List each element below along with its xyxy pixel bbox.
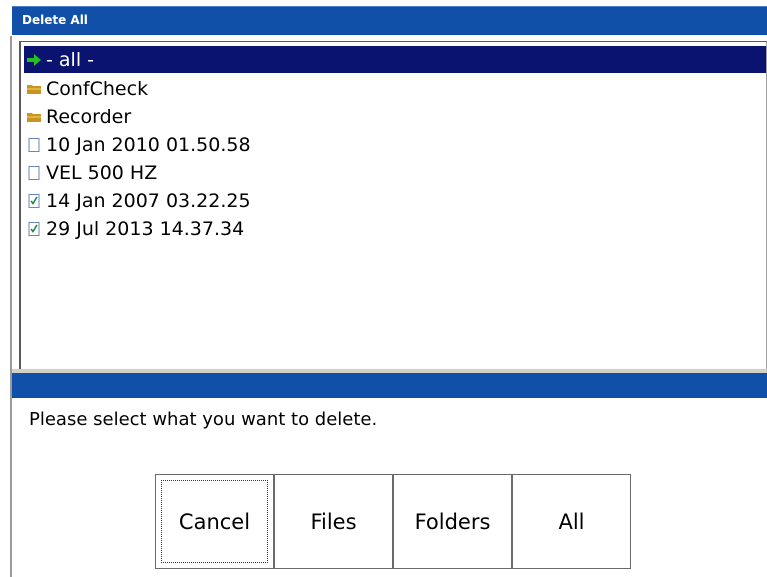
- prompt-text: Please select what you want to delete.: [29, 409, 378, 430]
- window-title: Delete All: [22, 13, 88, 27]
- window-left-border: [10, 36, 12, 577]
- list-item-file[interactable]: 14 Jan 2007 03.22.25: [24, 187, 251, 214]
- file-icon: [24, 163, 44, 183]
- folder-icon: [24, 79, 44, 99]
- cancel-button[interactable]: Cancel: [155, 474, 274, 569]
- folders-button-label: Folders: [414, 509, 491, 534]
- list-item-file[interactable]: VEL 500 HZ: [24, 159, 157, 186]
- all-button[interactable]: All: [512, 474, 631, 569]
- delete-all-dialog: Delete All - all - ConfCheck Recorder 10…: [0, 0, 767, 577]
- files-button[interactable]: Files: [274, 474, 393, 569]
- list-item-file[interactable]: 10 Jan 2010 01.50.58: [24, 131, 251, 158]
- file-icon: [24, 135, 44, 155]
- file-listbox[interactable]: - all - ConfCheck Recorder 10 Jan 2010 0…: [19, 41, 767, 369]
- list-item-confcheck[interactable]: ConfCheck: [24, 75, 148, 102]
- list-item-file[interactable]: 29 Jul 2013 14.37.34: [24, 215, 244, 242]
- list-item-recorder[interactable]: Recorder: [24, 103, 131, 130]
- checked-file-icon: [24, 219, 44, 239]
- list-item-label: ConfCheck: [46, 77, 149, 100]
- list-item-all[interactable]: - all -: [24, 46, 766, 73]
- status-bar: [12, 373, 767, 398]
- all-button-label: All: [558, 509, 585, 534]
- list-item-label: Recorder: [46, 105, 132, 128]
- files-button-label: Files: [310, 509, 357, 534]
- checked-file-icon: [24, 191, 44, 211]
- folder-icon: [24, 107, 44, 127]
- title-bar: Delete All: [12, 6, 767, 35]
- list-item-label: 29 Jul 2013 14.37.34: [46, 217, 245, 240]
- list-item-label: VEL 500 HZ: [46, 161, 158, 184]
- list-item-label: 14 Jan 2007 03.22.25: [46, 189, 251, 212]
- list-item-label: 10 Jan 2010 01.50.58: [46, 133, 251, 156]
- folders-button[interactable]: Folders: [393, 474, 512, 569]
- focus-ring: [161, 480, 268, 563]
- green-arrow-icon: [24, 50, 44, 70]
- list-item-label: - all -: [46, 48, 94, 71]
